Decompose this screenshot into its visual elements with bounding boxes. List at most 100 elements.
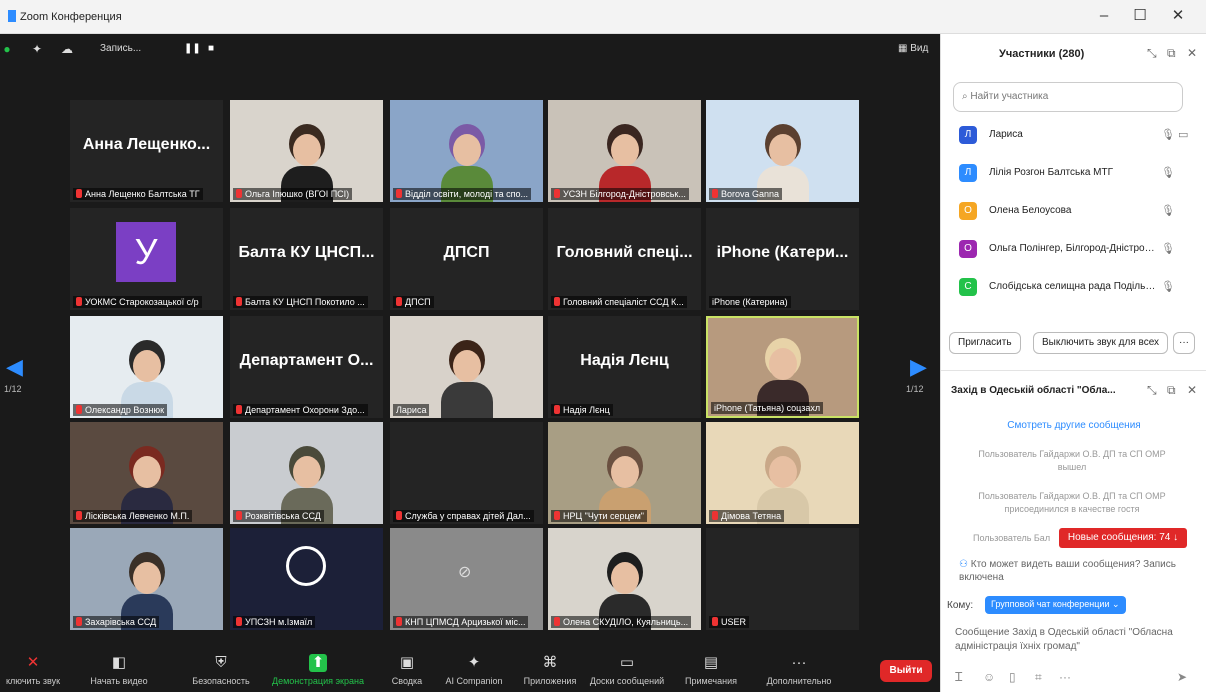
unmute-button[interactable]: ✕ ключить звук xyxy=(2,654,64,686)
more-button[interactable]: ··· Дополнительно xyxy=(758,654,840,686)
minimize-button[interactable]: – xyxy=(1090,6,1118,26)
video-tile[interactable]: Олена СКУДІЛО, Куяльниць... xyxy=(548,528,701,630)
tile-caption: Дімова Тетяна xyxy=(709,510,785,522)
next-page-arrow[interactable]: ▶ xyxy=(910,354,927,380)
mic-muted-icon xyxy=(712,617,718,626)
video-tile[interactable]: Надія Лєнц Надія Лєнц xyxy=(548,316,701,418)
tile-caption: УПСЗН м.Ізмаїл xyxy=(233,616,316,628)
video-tile[interactable]: Анна Лещенко... Анна Лещенко Балтська ТГ xyxy=(70,100,223,202)
tile-caption: Лісківська Левченко М.П. xyxy=(73,510,193,522)
pause-recording-button[interactable]: ❚❚ xyxy=(184,43,201,54)
tile-caption-text: Олена СКУДІЛО, Куяльниць... xyxy=(563,617,689,627)
chat-collapse-icon[interactable]: ⤡ xyxy=(1147,383,1157,398)
video-tile[interactable]: НРЦ "Чути серцем" xyxy=(548,422,701,524)
info-icon: ⚇ xyxy=(959,559,968,570)
tile-caption: iPhone (Катерина) xyxy=(709,296,791,308)
video-tile[interactable]: Департамент О... Департамент Охорони Здо.… xyxy=(230,316,383,418)
emoji-icon[interactable]: ☺ xyxy=(983,670,995,684)
mic-muted-icon xyxy=(396,511,402,520)
cloud-icon[interactable]: ☁ xyxy=(60,42,74,56)
more-chat-icon[interactable]: ··· xyxy=(1059,670,1071,684)
notes-button[interactable]: ▤ Примечания xyxy=(676,654,746,686)
file-icon[interactable]: ▯ xyxy=(1009,670,1016,684)
video-tile[interactable]: Ольга Іпюшко (ВГОІ ПСІ) xyxy=(230,100,383,202)
video-tile[interactable]: Borova Ganna xyxy=(706,100,859,202)
participant-item[interactable]: С Слобідська селищна рада Подільськ... 🎙 xyxy=(959,270,1189,304)
video-tile[interactable]: ДПСП ДПСП xyxy=(390,208,543,310)
video-tile[interactable]: Дімова Тетяна xyxy=(706,422,859,524)
avatar: Л xyxy=(959,126,977,144)
security-button[interactable]: ⛨ Безопасность xyxy=(186,654,256,686)
more-participants-button[interactable]: ··· xyxy=(1173,332,1195,354)
video-tile[interactable]: УПСЗН м.Ізмаїл xyxy=(230,528,383,630)
screenshot-icon[interactable]: ⌗ xyxy=(1035,670,1042,685)
video-tile[interactable]: Лариса xyxy=(390,316,543,418)
who-can-see-notice[interactable]: ⚇ Кто может видеть ваши сообщения? Запис… xyxy=(959,558,1189,584)
mic-icon[interactable]: 🎙 xyxy=(1161,166,1175,179)
ai-companion-button[interactable]: ✦ AI Companion xyxy=(436,654,512,686)
collapse-icon[interactable]: ⤡ xyxy=(1147,46,1157,61)
video-tile[interactable]: Відділ освіти, молоді та спо... xyxy=(390,100,543,202)
chat-popout-icon[interactable]: ⧉ xyxy=(1167,383,1176,398)
meeting-area: ● ✦ ☁ Запись... ❚❚ ■ ▦ Вид ◀ 1/12 ▶ 1/12… xyxy=(0,34,940,692)
video-tile[interactable]: ⊘ КНП ЦПМСД Арцизької міс... xyxy=(390,528,543,630)
participant-item[interactable]: Л Лариса 🎙 ▭ xyxy=(959,118,1189,152)
apps-button[interactable]: ⌘ Приложения xyxy=(516,654,584,686)
format-icon[interactable]: Ꮖ xyxy=(955,670,963,685)
view-button[interactable]: ▦ Вид xyxy=(898,43,928,54)
stop-recording-button[interactable]: ■ xyxy=(208,43,214,54)
toolbar-label: Примечания xyxy=(685,676,737,686)
tile-caption-text: Служба у справах дітей Дал... xyxy=(405,511,531,521)
send-icon[interactable]: ➤ xyxy=(1177,670,1187,684)
video-tile[interactable]: iPhone (Татьяна) соцзахл xyxy=(706,316,859,418)
mic-icon[interactable]: 🎙 xyxy=(1161,242,1175,255)
new-messages-button[interactable]: Новые сообщения: 74 ↓ xyxy=(1059,528,1187,548)
video-tile[interactable]: USER xyxy=(706,528,859,630)
recipient-selector[interactable]: Групповой чат конференции ⌄ xyxy=(985,596,1126,614)
prev-page-arrow[interactable]: ◀ xyxy=(6,354,23,380)
popout-icon[interactable]: ⧉ xyxy=(1167,46,1176,61)
summary-button[interactable]: ▣ Сводка xyxy=(384,654,430,686)
participant-item[interactable]: Л Лілія Розгон Балтська МТГ 🎙 xyxy=(959,156,1189,190)
recording-label: Запись... xyxy=(100,43,142,54)
participant-item[interactable]: О Ольга Полінгер, Білгород-Дністровс... 🎙 xyxy=(959,232,1189,266)
video-tile[interactable]: Розквітівська ССД xyxy=(230,422,383,524)
chat-close-icon[interactable]: ✕ xyxy=(1187,383,1197,397)
video-tile[interactable]: Балта КУ ЦНСП... Балта КУ ЦНСП Покотило .… xyxy=(230,208,383,310)
see-other-messages-link[interactable]: Смотреть другие сообщения xyxy=(941,420,1206,431)
close-window-button[interactable]: ✕ xyxy=(1164,6,1192,26)
mic-icon[interactable]: 🎙 xyxy=(1161,204,1175,217)
whiteboards-button[interactable]: ▭ Доски сообщений xyxy=(586,654,668,686)
video-tile[interactable]: Головний спеці... Головний спеціаліст ССД… xyxy=(548,208,701,310)
share-screen-icon: ⬆ xyxy=(309,654,327,672)
video-tile[interactable]: Служба у справах дітей Дал... xyxy=(390,422,543,524)
mic-icon[interactable]: 🎙 ▭ xyxy=(1161,128,1188,141)
participant-search-input[interactable]: ⌕ Найти участника xyxy=(953,82,1183,112)
invite-button[interactable]: Пригласить xyxy=(949,332,1021,354)
tile-caption-text: Лісківська Левченко М.П. xyxy=(85,511,190,521)
video-tile[interactable]: УСЗН Білгород-Дністровськ... xyxy=(548,100,701,202)
video-tile[interactable]: У УОКМС Старокозацької с/р xyxy=(70,208,223,310)
system-message: Пользователь Бал xyxy=(973,533,1051,543)
participant-name: Лілія Розгон Балтська МТГ xyxy=(989,167,1114,178)
video-tile[interactable]: Захарівська ССД xyxy=(70,528,223,630)
mic-icon[interactable]: 🎙 xyxy=(1161,280,1175,293)
video-tile[interactable]: Олександр Вознюк xyxy=(70,316,223,418)
avatar: С xyxy=(959,278,977,296)
video-tile[interactable]: iPhone (Катери... iPhone (Катерина) xyxy=(706,208,859,310)
share-screen-button[interactable]: ⬆ Демонстрация экрана xyxy=(262,654,374,686)
video-tile[interactable]: Лісківська Левченко М.П. xyxy=(70,422,223,524)
participant-name: Слобідська селищна рада Подільськ... xyxy=(989,281,1159,292)
pin-icon[interactable]: ✦ xyxy=(30,42,44,56)
tile-caption: УОКМС Старокозацької с/р xyxy=(73,296,202,308)
toolbar-label: ключить звук xyxy=(5,676,61,686)
close-panel-icon[interactable]: ✕ xyxy=(1187,46,1197,60)
leave-button[interactable]: Выйти xyxy=(880,660,932,682)
shield-icon[interactable]: ● xyxy=(0,42,14,56)
start-video-button[interactable]: ◧ Начать видео xyxy=(84,654,154,686)
message-composer[interactable]: Сообщение Захід в Одеській області "Обла… xyxy=(955,626,1191,654)
mute-all-button[interactable]: Выключить звук для всех xyxy=(1033,332,1169,354)
participant-item[interactable]: О Олена Белоусова 🎙 xyxy=(959,194,1189,228)
maximize-button[interactable]: ☐ xyxy=(1126,6,1154,26)
tile-caption: Надія Лєнц xyxy=(551,404,613,416)
